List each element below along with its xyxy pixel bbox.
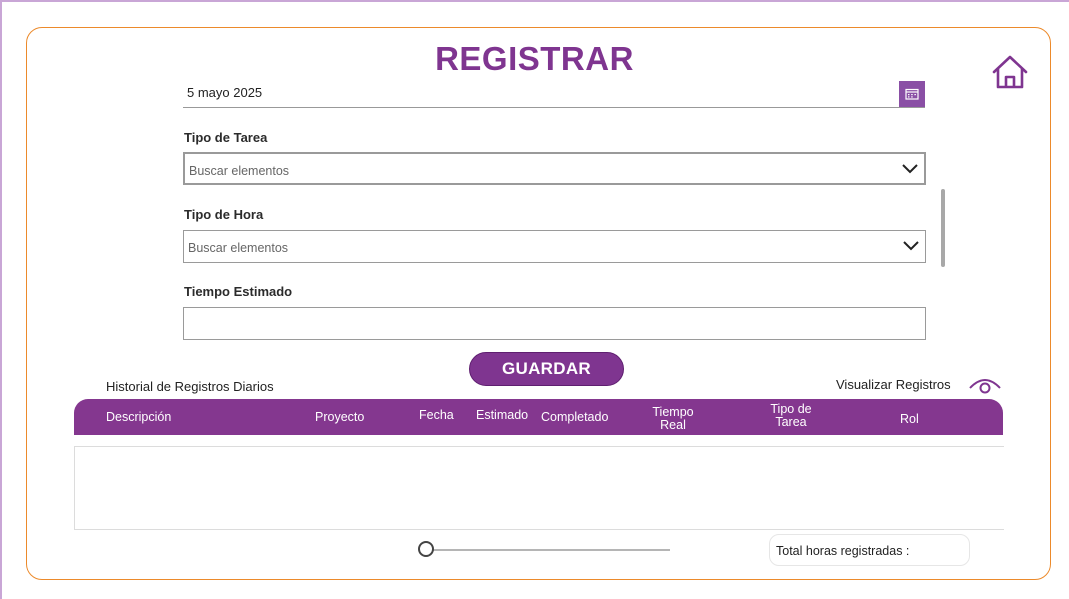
total-hours-box: Total horas registradas :: [769, 534, 970, 566]
col-estimado: Estimado: [476, 408, 529, 422]
col-tipo-tarea: Tipo de Tarea: [766, 403, 816, 429]
col-completado: Completado: [541, 410, 609, 424]
slider-track[interactable]: [427, 549, 670, 551]
tipo-tarea-label: Tipo de Tarea: [184, 130, 268, 145]
tiempo-estimado-label: Tiempo Estimado: [184, 284, 293, 299]
visualize-label: Visualizar Registros: [836, 377, 951, 392]
tipo-hora-label: Tipo de Hora: [184, 207, 264, 222]
date-picker[interactable]: 5 mayo 2025: [183, 78, 925, 108]
save-button[interactable]: GUARDAR: [469, 352, 624, 386]
col-rol: Rol: [900, 412, 919, 426]
date-value: 5 mayo 2025: [187, 85, 263, 100]
chevron-down-icon: [902, 164, 918, 174]
history-table-body: [74, 446, 1004, 530]
home-icon[interactable]: [990, 54, 1030, 90]
col-fecha: Fecha: [419, 408, 454, 422]
col-tipo-tarea-line2: Tarea: [775, 415, 807, 429]
history-title: Historial de Registros Diarios: [106, 379, 274, 394]
tipo-hora-dropdown[interactable]: Buscar elementos: [183, 230, 926, 263]
col-proyecto: Proyecto: [315, 410, 365, 424]
calendar-icon[interactable]: [899, 81, 925, 107]
form-scrollbar[interactable]: [941, 189, 945, 267]
tipo-tarea-placeholder: Buscar elementos: [189, 164, 290, 178]
history-table-header: Descripción Proyecto Fecha Estimado Comp…: [74, 399, 1003, 435]
tipo-hora-placeholder: Buscar elementos: [188, 241, 289, 255]
col-tiempo-real: Tiempo Real: [648, 406, 698, 432]
page-title: REGISTRAR: [435, 40, 634, 77]
tiempo-estimado-input[interactable]: [183, 307, 926, 340]
chevron-down-icon: [903, 241, 919, 251]
total-hours-label: Total horas registradas :: [776, 544, 910, 558]
slider-thumb[interactable]: [418, 541, 434, 557]
col-tiempo-real-line2: Real: [660, 418, 686, 432]
tipo-tarea-dropdown[interactable]: Buscar elementos: [183, 152, 926, 185]
col-descripcion: Descripción: [106, 410, 172, 424]
eye-icon[interactable]: [968, 374, 1002, 396]
